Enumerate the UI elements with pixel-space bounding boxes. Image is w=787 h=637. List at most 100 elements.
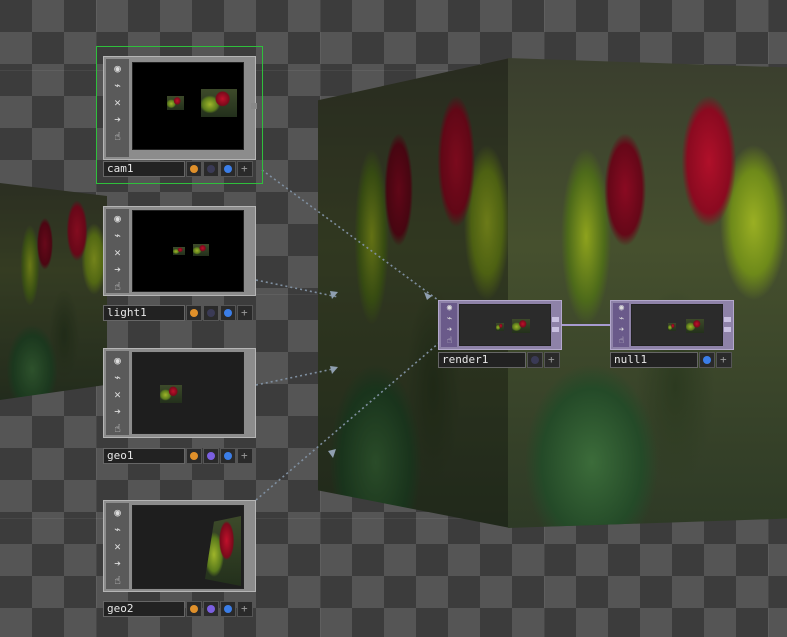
viewer-icon[interactable]: ◉ [109, 506, 126, 520]
bypass-icon[interactable]: ⌁ [109, 371, 126, 385]
node-name-label[interactable]: geo1 [103, 448, 185, 464]
lock-icon[interactable]: ☝ [613, 336, 630, 347]
add-flag-icon[interactable]: + [237, 448, 253, 464]
node-viewer[interactable] [132, 210, 244, 292]
bypass-icon[interactable]: ⌁ [109, 523, 126, 537]
add-flag-icon[interactable]: + [237, 601, 253, 617]
node-tile[interactable]: ◉ ⌁ ➔ ☝ [438, 300, 562, 350]
node-name-label[interactable]: render1 [438, 352, 526, 368]
node-geo1[interactable]: ◉ ⌁ ✕ ➔ ☝ geo1 + [96, 340, 264, 466]
arrow-right-icon[interactable]: ➔ [109, 113, 126, 127]
bypass-icon[interactable]: ⌁ [109, 79, 126, 93]
flag-blue[interactable] [220, 305, 236, 321]
thumbnail-cube [686, 319, 704, 333]
bypass-icon[interactable]: ⌁ [613, 314, 630, 325]
node-tile[interactable]: ◉ ⌁ ✕ ➔ ☝ [103, 348, 256, 438]
lock-icon[interactable]: ☝ [109, 130, 126, 144]
arrow-right-icon[interactable]: ➔ [109, 557, 126, 571]
output-connector[interactable] [724, 327, 731, 332]
node-tile[interactable]: ◉ ⌁ ✕ ➔ ☝ [103, 56, 257, 160]
node-flags: + [186, 448, 253, 464]
viewer-icon[interactable]: ◉ [109, 212, 126, 226]
node-viewer[interactable] [132, 352, 244, 434]
node-viewer[interactable] [132, 62, 244, 150]
background-render-cube-right-face [508, 58, 787, 528]
arrow-right-icon[interactable]: ➔ [613, 325, 630, 336]
add-flag-icon[interactable]: + [237, 305, 253, 321]
thumbnail-cube [201, 89, 237, 117]
flag-purple[interactable] [203, 601, 219, 617]
arrow-right-icon[interactable]: ➔ [109, 263, 126, 277]
thumbnail-cube [173, 247, 185, 255]
add-flag-icon[interactable]: + [544, 352, 560, 368]
arrow-right-icon[interactable]: ➔ [109, 405, 126, 419]
flag-orange[interactable] [186, 448, 202, 464]
viewer-icon[interactable]: ◉ [613, 303, 630, 314]
close-icon[interactable]: ✕ [109, 388, 126, 402]
flag-orange[interactable] [186, 601, 202, 617]
viewer-icon[interactable]: ◉ [109, 62, 126, 76]
output-connector[interactable] [552, 327, 559, 332]
flag-orange[interactable] [186, 161, 202, 177]
node-null1[interactable]: ◉ ⌁ ➔ ☝ null1 + [608, 298, 736, 370]
node-name-label[interactable]: light1 [103, 305, 185, 321]
viewer-icon[interactable]: ◉ [441, 303, 458, 314]
thumbnail-cube [496, 323, 504, 331]
arrow-right-icon[interactable]: ➔ [441, 325, 458, 336]
thumbnail-cube [512, 319, 530, 333]
output-connector[interactable] [552, 317, 559, 322]
node-light1[interactable]: ◉ ⌁ ✕ ➔ ☝ light1 + [96, 196, 264, 326]
add-flag-icon[interactable]: + [237, 161, 253, 177]
bypass-icon[interactable]: ⌁ [441, 314, 458, 325]
node-sidebar: ◉ ⌁ ✕ ➔ ☝ [106, 503, 129, 589]
node-sidebar: ◉ ⌁ ✕ ➔ ☝ [106, 59, 129, 157]
node-geo2[interactable]: ◉ ⌁ ✕ ➔ ☝ geo2 + [96, 492, 264, 622]
flag-off[interactable] [527, 352, 543, 368]
lock-icon[interactable]: ☝ [441, 336, 458, 347]
lock-icon[interactable]: ☝ [109, 422, 126, 436]
close-icon[interactable]: ✕ [109, 246, 126, 260]
node-render1[interactable]: ◉ ⌁ ➔ ☝ render1 + [436, 298, 564, 370]
flag-blue[interactable] [220, 161, 236, 177]
node-viewer[interactable] [459, 304, 551, 346]
thumbnail-cube [160, 385, 182, 403]
thumbnail-cube [167, 96, 184, 110]
network-editor-canvas[interactable]: ◉ ⌁ ✕ ➔ ☝ cam1 + ◉ ⌁ ✕ ➔ ☝ light1 + ◉ ⌁ … [0, 0, 787, 637]
node-name-label[interactable]: cam1 [103, 161, 185, 177]
thumbnail-cube [205, 516, 241, 586]
flag-purple[interactable] [203, 448, 219, 464]
node-tile[interactable]: ◉ ⌁ ✕ ➔ ☝ [103, 500, 256, 592]
thumbnail-cube [193, 244, 209, 256]
node-name-label[interactable]: geo2 [103, 601, 185, 617]
add-flag-icon[interactable]: + [716, 352, 732, 368]
viewer-icon[interactable]: ◉ [109, 354, 126, 368]
node-sidebar: ◉ ⌁ ➔ ☝ [441, 303, 457, 347]
node-sidebar: ◉ ⌁ ✕ ➔ ☝ [106, 351, 129, 435]
node-viewer[interactable] [631, 304, 723, 346]
flag-off[interactable] [203, 161, 219, 177]
node-tile[interactable]: ◉ ⌁ ➔ ☝ [610, 300, 734, 350]
node-flags: + [186, 161, 253, 177]
flag-blue[interactable] [220, 448, 236, 464]
lock-icon[interactable]: ☝ [109, 574, 126, 588]
flag-blue[interactable] [220, 601, 236, 617]
thumbnail-cube [668, 323, 676, 331]
node-cam1[interactable]: ◉ ⌁ ✕ ➔ ☝ cam1 + [96, 46, 264, 186]
output-connector[interactable] [724, 317, 731, 322]
node-flags: + [699, 352, 732, 368]
node-name-label[interactable]: null1 [610, 352, 698, 368]
node-flags: + [186, 601, 253, 617]
flag-off[interactable] [203, 305, 219, 321]
close-icon[interactable]: ✕ [109, 540, 126, 554]
node-tile[interactable]: ◉ ⌁ ✕ ➔ ☝ [103, 206, 256, 296]
bypass-icon[interactable]: ⌁ [109, 229, 126, 243]
node-viewer[interactable] [132, 505, 244, 589]
output-connector[interactable] [251, 103, 257, 109]
flag-orange[interactable] [186, 305, 202, 321]
background-render-cube-left-face [318, 58, 510, 528]
background-render-small-cube [0, 183, 107, 400]
close-icon[interactable]: ✕ [109, 96, 126, 110]
node-sidebar: ◉ ⌁ ➔ ☝ [613, 303, 629, 347]
lock-icon[interactable]: ☝ [109, 280, 126, 294]
flag-blue[interactable] [699, 352, 715, 368]
